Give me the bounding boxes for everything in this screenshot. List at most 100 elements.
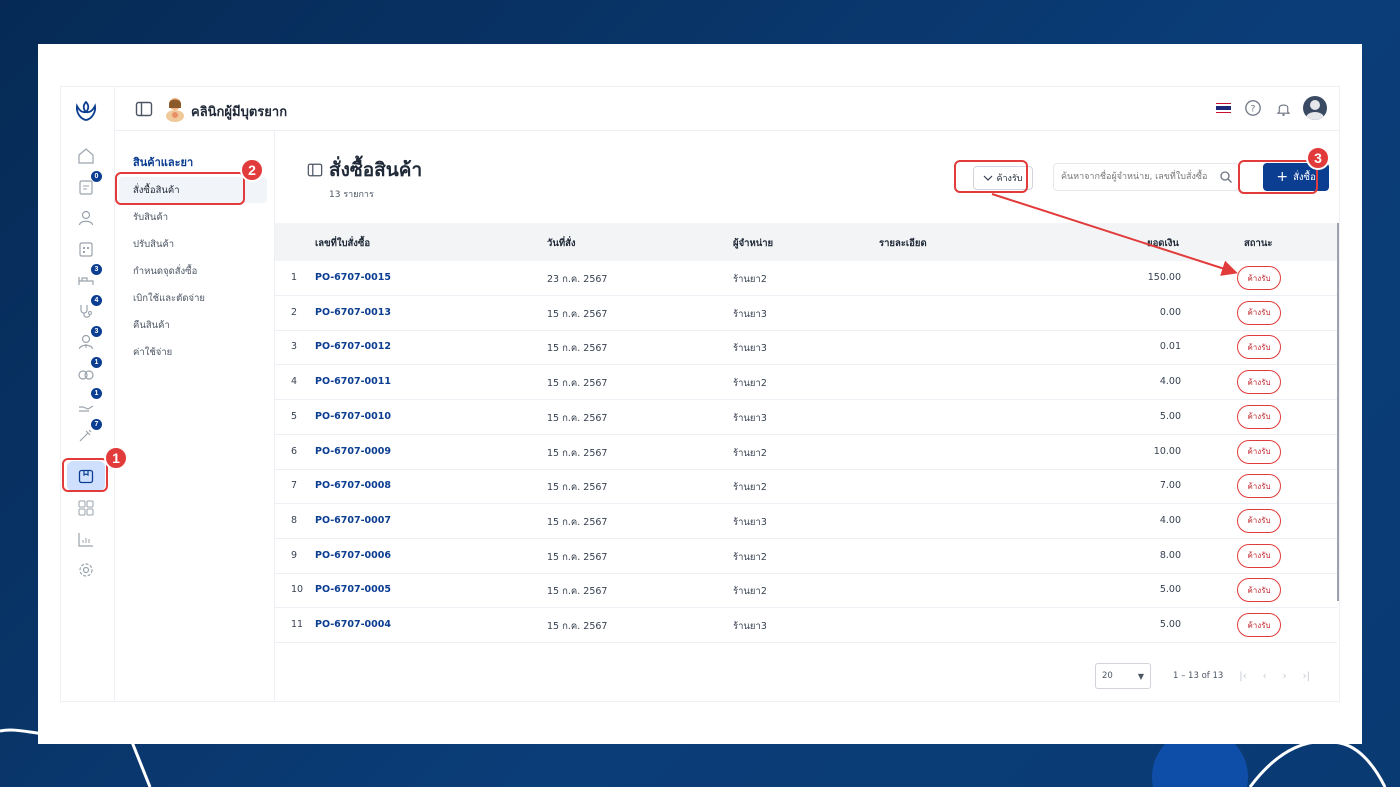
main-content: สั่งซื้อสินค้า 13 รายการ ค้างรับ + สั่งซ… (275, 131, 1339, 701)
header-detail[interactable]: รายละเอียด (879, 236, 927, 251)
table-row[interactable]: 6 PO-6707-0009 15 ก.ค. 2567 ร้านยา2 10.00 ค้า… (275, 435, 1337, 470)
hand-icon[interactable]: 1 (75, 388, 102, 415)
annotation-box-purchase-menu (115, 172, 245, 205)
table-row[interactable]: 7 PO-6707-0008 15 ก.ค. 2567 ร้านยา2 7.00 ค้าง… (275, 469, 1337, 505)
order-date: 15 ก.ค. 2567 (547, 621, 608, 632)
submenu-item-dispense[interactable]: เบิกใช้และตัดจ่าย (133, 291, 205, 306)
order-date: 23 ก.ค. 2567 (547, 274, 608, 285)
header-po-number[interactable]: เลขที่ใบสั่งซื้อ (315, 236, 370, 251)
submenu-item-adjust[interactable]: ปรับสินค้า (133, 237, 174, 252)
table-scrollbar[interactable] (1337, 223, 1339, 601)
report-chart-icon[interactable] (75, 528, 97, 550)
app-logo-icon[interactable] (74, 99, 98, 123)
po-number-link[interactable]: PO-6707-0010 (315, 411, 391, 422)
po-number-link[interactable]: PO-6707-0013 (315, 307, 391, 318)
header-supplier[interactable]: ผู้จำหน่าย (733, 236, 773, 251)
table-row[interactable]: 5 PO-6707-0010 15 ก.ค. 2567 ร้านยา3 5.00 ค้าง… (275, 400, 1337, 435)
rail-badge: 4 (91, 295, 102, 306)
supplier-name: ร้านยา2 (733, 586, 767, 598)
top-bar: คลินิกผู้มีบุตรยาก ? (61, 87, 1339, 131)
table-row[interactable]: 1 PO-6707-0015 23 ก.ค. 2567 ร้านยา2 150.00 ค้… (275, 261, 1337, 296)
status-badge[interactable]: ค้างรับ (1237, 613, 1281, 637)
bed-icon[interactable]: 3 (75, 264, 102, 291)
status-badge[interactable]: ค้างรับ (1237, 578, 1281, 603)
supplier-name: ร้านยา2 (733, 482, 767, 494)
grid-icon[interactable] (75, 497, 97, 519)
amount: 7.00 (1159, 480, 1181, 492)
sidebar-toggle-icon[interactable] (135, 100, 153, 118)
pagination: 20 ▼ 1 – 13 of 13 |‹ ‹ › ›| (1095, 663, 1310, 689)
table-row[interactable]: 2 PO-6707-0013 15 ก.ค. 2567 ร้านยา3 0.00 ค้าง… (275, 296, 1337, 331)
doctor-icon[interactable]: 3 (75, 326, 102, 353)
submenu-item-receive[interactable]: รับสินค้า (133, 210, 168, 225)
syringe-icon[interactable]: 7 (75, 419, 102, 446)
settings-gear-icon[interactable] (75, 559, 97, 581)
status-badge[interactable]: ค้างรับ (1237, 370, 1281, 395)
search-input[interactable] (1053, 163, 1239, 191)
table-row[interactable]: 8 PO-6707-0007 15 ก.ค. 2567 ร้านยา3 4.00 ค้าง… (275, 504, 1337, 539)
po-number-link[interactable]: PO-6707-0015 (315, 272, 391, 283)
supplier-name: ร้านยา2 (733, 551, 767, 563)
table-row[interactable]: 9 PO-6707-0006 15 ก.ค. 2567 ร้านยา2 8.00 ค้าง… (275, 539, 1337, 574)
home-icon[interactable] (75, 145, 97, 167)
record-count: 13 รายการ (329, 190, 374, 200)
user-avatar[interactable] (1303, 96, 1327, 120)
po-number-link[interactable]: PO-6707-0004 (315, 619, 391, 630)
next-page-icon[interactable]: › (1283, 671, 1287, 682)
previous-page-icon[interactable]: ‹ (1263, 671, 1267, 682)
table-row[interactable]: 3 PO-6707-0012 15 ก.ค. 2567 ร้านยา3 0.01 ค้าง… (275, 330, 1337, 366)
panel-toggle-icon[interactable] (307, 162, 323, 178)
first-page-icon[interactable]: |‹ (1239, 671, 1246, 682)
table-header: เลขที่ใบสั่งซื้อ วันที่สั่ง ผู้จำหน่าย ร… (275, 223, 1337, 261)
order-date: 15 ก.ค. 2567 (547, 482, 608, 494)
language-flag-icon[interactable] (1213, 98, 1233, 118)
po-number-link[interactable]: PO-6707-0008 (315, 480, 391, 491)
row-number: 2 (291, 306, 298, 318)
header-amount[interactable]: ยอดเงิน (1147, 236, 1179, 251)
po-number-link[interactable]: PO-6707-0007 (315, 515, 391, 526)
header-status[interactable]: สถานะ (1244, 236, 1272, 251)
table-row[interactable]: 4 PO-6707-0011 15 ก.ค. 2567 ร้านยา2 4.00 ค้าง… (275, 365, 1337, 401)
status-badge[interactable]: ค้างรับ (1237, 543, 1281, 568)
row-number: 8 (291, 514, 298, 526)
po-number-link[interactable]: PO-6707-0005 (315, 584, 391, 595)
status-badge[interactable]: ค้างรับ (1237, 300, 1281, 325)
status-badge[interactable]: ค้างรับ (1237, 439, 1281, 464)
submenu-item-return[interactable]: คืนสินค้า (133, 318, 170, 333)
header-order-date[interactable]: วันที่สั่ง (547, 236, 576, 251)
status-badge[interactable]: ค้างรับ (1237, 266, 1281, 290)
bell-icon[interactable] (1273, 98, 1293, 118)
page-title: สั่งซื้อสินค้า (329, 159, 423, 181)
page-size-select[interactable]: 20 ▼ (1095, 663, 1151, 689)
table-row[interactable]: 10 PO-6707-0005 15 ก.ค. 2567 ร้านยา2 5.00 ค้า… (275, 573, 1337, 609)
calendar-icon[interactable] (75, 238, 97, 260)
row-number: 1 (291, 272, 298, 283)
po-number-link[interactable]: PO-6707-0012 (315, 341, 391, 352)
po-number-link[interactable]: PO-6707-0011 (315, 376, 391, 387)
stethoscope-icon[interactable]: 4 (75, 295, 102, 322)
rail-badge: 7 (91, 419, 102, 430)
lab-icon[interactable]: 1 (75, 357, 102, 384)
amount: 0.00 (1159, 306, 1181, 318)
clipboard-icon[interactable]: 0 (75, 171, 102, 198)
search-icon[interactable] (1219, 170, 1233, 184)
submenu-item-reorder-point[interactable]: กำหนดจุดสั่งซื้อ (133, 264, 197, 279)
order-date: 15 ก.ค. 2567 (547, 516, 608, 528)
po-number-link[interactable]: PO-6707-0009 (315, 446, 391, 457)
table-row[interactable]: 11 PO-6707-0004 15 ก.ค. 2567 ร้านยา3 5.00 ค้า… (275, 608, 1337, 643)
amount: 4.00 (1159, 376, 1181, 388)
caret-down-icon: ▼ (1137, 671, 1144, 681)
status-badge[interactable]: ค้างรับ (1237, 335, 1281, 360)
status-badge[interactable]: ค้างรับ (1237, 404, 1281, 429)
order-date: 15 ก.ค. 2567 (547, 551, 608, 563)
po-number-link[interactable]: PO-6707-0006 (315, 550, 391, 561)
status-badge[interactable]: ค้างรับ (1237, 474, 1281, 499)
user-icon[interactable] (75, 207, 97, 229)
amount: 4.00 (1159, 514, 1181, 526)
submenu-item-expenses[interactable]: ค่าใช้จ่าย (133, 345, 172, 360)
last-page-icon[interactable]: ›| (1303, 671, 1310, 682)
help-icon[interactable]: ? (1243, 98, 1263, 118)
rail-badge: 1 (91, 357, 102, 368)
status-badge[interactable]: ค้างรับ (1237, 508, 1281, 533)
annotation-box-filter (954, 160, 1028, 193)
